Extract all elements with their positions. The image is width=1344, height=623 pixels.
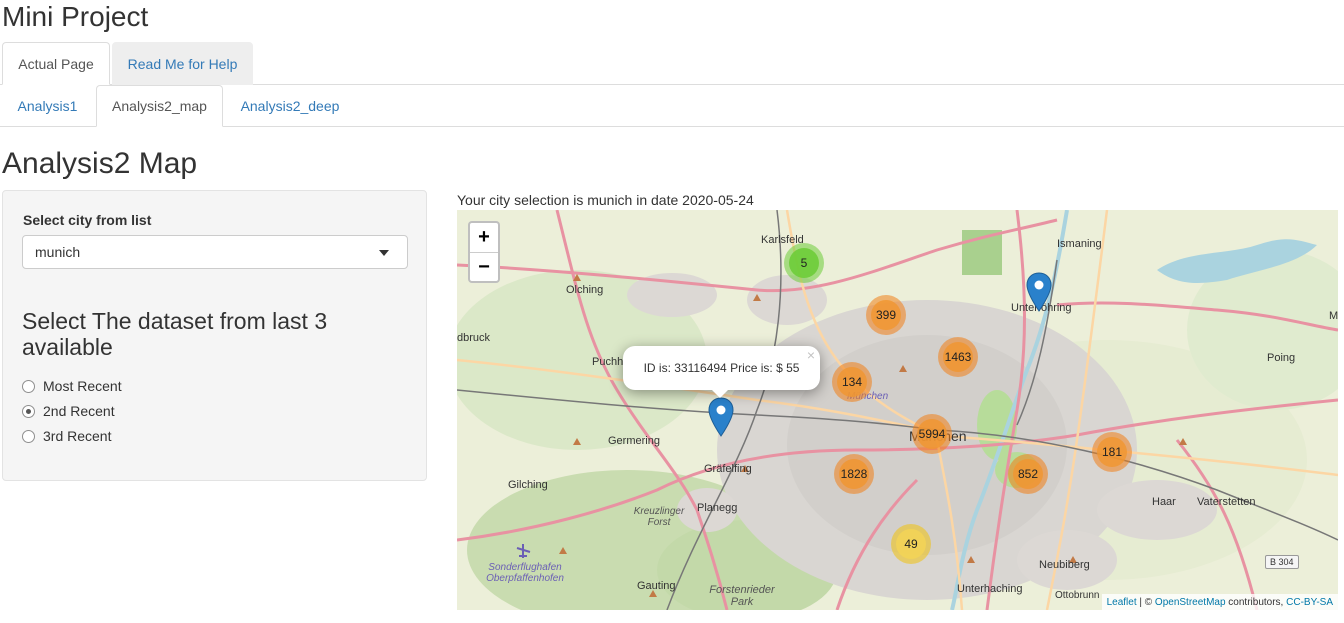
top-tabs: Actual Page Read Me for Help [0, 42, 1344, 85]
city-select[interactable]: munich [22, 235, 408, 269]
cluster-marker[interactable]: 5 [784, 243, 824, 283]
cluster-marker[interactable]: 181 [1092, 432, 1132, 472]
map-view[interactable]: Karlsfeld Ismaning Olching Unterföhring … [457, 210, 1338, 610]
zoom-out-button[interactable]: − [470, 252, 498, 281]
place-label: Sonderflughafen Oberpfaffenhofen [486, 562, 564, 584]
cluster-marker[interactable]: 1463 [938, 337, 978, 377]
cluster-count: 181 [1097, 437, 1127, 467]
place-label: Neubiberg [1039, 559, 1090, 571]
zoom-in-button[interactable]: + [470, 223, 498, 252]
cluster-count: 49 [896, 529, 926, 559]
zoom-control: + − [468, 221, 500, 283]
place-label: Olching [566, 284, 604, 296]
city-select-value: munich [35, 244, 81, 260]
cluster-marker[interactable]: 49 [891, 524, 931, 564]
sidebar-panel: Select city from list munich Select The … [2, 190, 427, 481]
cluster-count: 852 [1013, 459, 1043, 489]
radio-circle[interactable] [22, 379, 35, 393]
popup-tip [710, 388, 730, 398]
place-label: Puchh [592, 356, 624, 368]
attribution-contributors: contributors, [1225, 596, 1287, 608]
page-title: Analysis2 Map [2, 147, 198, 180]
sub-tabs: Analysis1 Analysis2_map Analysis2_deep [0, 85, 1344, 127]
place-label: Vaterstetten [1197, 496, 1256, 508]
cluster-marker[interactable]: 399 [866, 295, 906, 335]
place-label: Ma [1329, 310, 1338, 322]
radio-3rd-recent[interactable]: 3rd Recent [22, 426, 111, 446]
tab-analysis2-map[interactable]: Analysis2_map [96, 85, 223, 127]
radio-label: 3rd Recent [43, 428, 112, 444]
place-label: Ismaning [1057, 238, 1102, 250]
place-label: dbruck [457, 332, 491, 344]
close-icon[interactable]: × [807, 347, 815, 363]
osm-link[interactable]: OpenStreetMap [1155, 597, 1226, 608]
place-label: Gilching [508, 479, 548, 491]
dataset-heading: Select The dataset from last 3 available [22, 308, 328, 360]
selection-status: Your city selection is munich in date 20… [457, 192, 754, 208]
cluster-marker[interactable]: 852 [1008, 454, 1048, 494]
place-label: Forstenrieder Park [709, 584, 775, 608]
radio-2nd-recent[interactable]: 2nd Recent [22, 401, 115, 421]
map-pin-icon[interactable] [1026, 272, 1052, 312]
place-label: Poing [1267, 352, 1296, 364]
tab-analysis2-deep[interactable]: Analysis2_deep [226, 85, 354, 127]
radio-most-recent[interactable]: Most Recent [22, 376, 122, 396]
cluster-count: 399 [871, 300, 901, 330]
place-label: Planegg [697, 502, 738, 514]
radio-label: 2nd Recent [43, 403, 115, 419]
place-label: Gauting [637, 580, 676, 592]
road-shield: B 304 [1265, 555, 1299, 569]
cluster-count: 1463 [943, 342, 973, 372]
radio-circle[interactable] [22, 429, 35, 443]
map-pin-icon[interactable] [708, 397, 734, 437]
radio-label: Most Recent [43, 378, 122, 394]
place-label: Gräfelfing [704, 463, 752, 475]
place-label: Ottobrunn [1055, 590, 1100, 601]
chevron-down-icon [379, 250, 389, 256]
cluster-count: 5994 [917, 419, 947, 449]
popup-text: ID is: 33116494 Price is: $ 55 [643, 361, 800, 375]
place-label: Germering [608, 435, 660, 447]
tab-read-me[interactable]: Read Me for Help [112, 42, 253, 85]
city-select-label: Select city from list [23, 212, 152, 228]
map-attribution: Leaflet | © OpenStreetMap contributors, … [1101, 594, 1338, 610]
tab-analysis1[interactable]: Analysis1 [2, 85, 93, 127]
radio-circle[interactable] [22, 404, 35, 418]
leaflet-link[interactable]: Leaflet [1107, 597, 1137, 608]
marker-popup: ID is: 33116494 Price is: $ 55 × [623, 346, 820, 390]
tab-actual-page[interactable]: Actual Page [2, 42, 110, 85]
attribution-separator: | © [1136, 596, 1155, 608]
place-label: Kreuzlinger Forst [633, 506, 685, 528]
cluster-marker[interactable]: 1828 [834, 454, 874, 494]
cluster-count: 1828 [839, 459, 869, 489]
cluster-count: 134 [837, 367, 867, 397]
place-label: Haar [1152, 496, 1176, 508]
place-label: Unterhaching [957, 583, 1023, 595]
license-link[interactable]: CC-BY-SA [1286, 597, 1333, 608]
cluster-count: 5 [789, 248, 819, 278]
cluster-marker[interactable]: 5994 [912, 414, 952, 454]
app-title: Mini Project [2, 1, 149, 32]
cluster-marker[interactable]: 134 [832, 362, 872, 402]
